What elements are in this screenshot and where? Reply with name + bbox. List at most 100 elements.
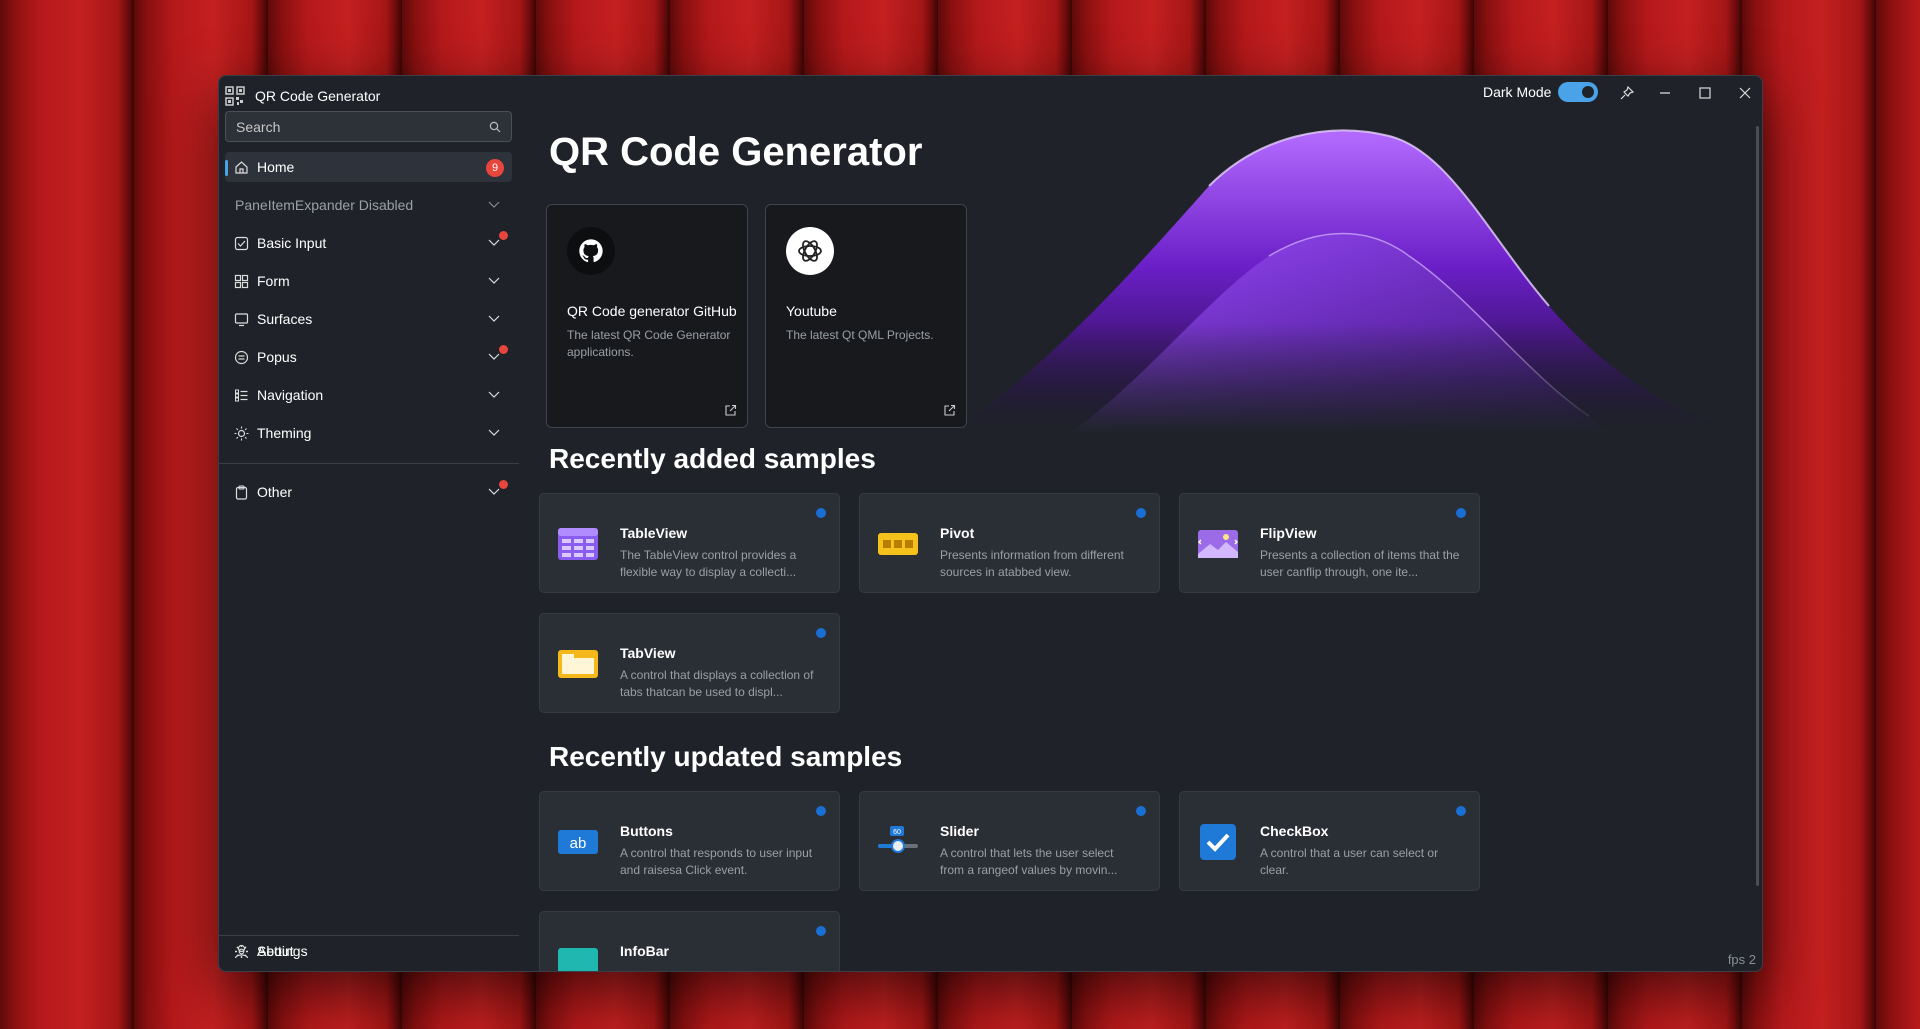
- recently-updated-heading: Recently updated samples: [549, 741, 903, 772]
- sidebar-item-navigation[interactable]: Navigation: [225, 380, 512, 410]
- sidebar-item-label: PaneItemExpander Disabled: [235, 197, 414, 213]
- sidebar-item-label: Theming: [257, 425, 312, 441]
- card-description: The latest Qt QML Projects.: [786, 328, 934, 342]
- new-indicator-dot: [816, 806, 826, 816]
- chevron-down-icon[interactable]: [488, 353, 500, 361]
- minimize-button[interactable]: [1650, 78, 1680, 108]
- chevron-down-icon[interactable]: [488, 277, 500, 285]
- chevron-down-icon[interactable]: [488, 315, 500, 323]
- surface-icon: [234, 313, 249, 327]
- button-icon: ab: [558, 830, 598, 854]
- sample-card-tabview[interactable]: TabView A control that displays a collec…: [539, 613, 840, 713]
- new-indicator-dot: [1136, 508, 1146, 518]
- dark-mode-toggle[interactable]: [1558, 82, 1598, 102]
- chevron-down-icon[interactable]: [488, 429, 500, 437]
- sidebar-item-label: Basic Input: [257, 235, 327, 251]
- sample-card-pivot[interactable]: Pivot Presents information from differen…: [859, 493, 1160, 593]
- title-bar: QR Code Generator Dark Mode: [219, 76, 1762, 116]
- pivot-icon: [878, 533, 918, 555]
- sample-description: A control that lets the user select from…: [940, 846, 1118, 877]
- page-title: QR Code Generator: [549, 130, 923, 174]
- sidebar-item-form[interactable]: Form: [225, 266, 512, 296]
- sidebar-item-theming[interactable]: Theming: [225, 418, 512, 448]
- maximize-icon: [1699, 87, 1711, 99]
- hero-banner: QR Code Generator QR Code generator GitH…: [529, 116, 1752, 434]
- github-link-card[interactable]: QR Code generator GitHub The latest QR C…: [546, 204, 748, 428]
- sample-title: Buttons: [620, 823, 673, 839]
- sidebar-item-label: Navigation: [257, 387, 324, 403]
- chevron-down-icon[interactable]: [488, 239, 500, 247]
- minimize-icon: [1660, 92, 1670, 94]
- new-indicator-dot: [816, 628, 826, 638]
- external-link-icon: [944, 404, 956, 416]
- navigation-pane: Search Home 9 PaneItemExpander Disabled …: [219, 111, 519, 971]
- sample-description: A control that displays a collection of …: [620, 668, 814, 699]
- youtube-link-card[interactable]: Youtube The latest Qt QML Projects.: [765, 204, 967, 428]
- sample-description: A control that a user can select or clea…: [1260, 846, 1439, 877]
- checkbox-icon: [1200, 824, 1236, 860]
- slider-value-text: 60: [893, 829, 901, 836]
- svg-text:ab: ab: [570, 835, 587, 852]
- card-title: Youtube: [786, 303, 837, 319]
- close-button[interactable]: [1730, 78, 1760, 108]
- app-window: QR Code Generator Dark Mode Search Home …: [218, 75, 1763, 972]
- sample-title: InfoBar: [620, 943, 669, 959]
- sample-card-buttons[interactable]: ab Buttons A control that responds to us…: [539, 791, 840, 891]
- sidebar-divider: [219, 463, 519, 464]
- recently-added-heading: Recently added samples: [549, 443, 876, 474]
- sample-card-flipview[interactable]: FlipView Presents a collection of items …: [1179, 493, 1480, 593]
- toggle-knob: [1582, 86, 1594, 98]
- new-indicator-dot: [1456, 806, 1466, 816]
- sample-description: Presents a collection of items that the …: [1260, 548, 1460, 579]
- sidebar-item-basic-input[interactable]: Basic Input: [225, 228, 512, 258]
- card-title: QR Code generator GitHub: [567, 303, 737, 319]
- maximize-button[interactable]: [1690, 78, 1720, 108]
- pin-button[interactable]: [1612, 78, 1642, 108]
- sample-title: TableView: [620, 525, 688, 541]
- sidebar-item-settings[interactable]: Settings: [225, 936, 512, 966]
- gear-icon: [235, 945, 248, 958]
- search-icon[interactable]: [489, 121, 501, 133]
- checkbox-icon: [234, 236, 249, 251]
- sidebar-item-home[interactable]: Home 9: [225, 152, 512, 182]
- notification-dot: [499, 480, 508, 489]
- new-indicator-dot: [1136, 806, 1146, 816]
- new-indicator-dot: [816, 926, 826, 936]
- sample-description: Presents information from different sour…: [940, 548, 1124, 579]
- sample-card-checkbox[interactable]: CheckBox A control that a user can selec…: [1179, 791, 1480, 891]
- chevron-down-icon[interactable]: [488, 488, 500, 496]
- sidebar-item-other[interactable]: Other: [225, 477, 512, 507]
- grid-icon: [234, 274, 249, 289]
- notification-dot: [499, 231, 508, 240]
- sample-card-tableview[interactable]: TableView The TableView control provides…: [539, 493, 840, 593]
- sidebar-item-label: Other: [257, 484, 293, 500]
- new-indicator-dot: [1456, 508, 1466, 518]
- table-icon: [558, 528, 598, 560]
- sidebar-item-surfaces[interactable]: Surfaces: [225, 304, 512, 334]
- vertical-scrollbar[interactable]: [1756, 126, 1759, 886]
- qr-code-icon: [225, 86, 245, 106]
- sample-description: A control that responds to user input an…: [620, 846, 813, 877]
- search-box[interactable]: Search: [225, 111, 512, 142]
- sample-description: The TableView control provides a flexibl…: [620, 548, 797, 579]
- sidebar-item-pane-expander-disabled: PaneItemExpander Disabled: [225, 190, 512, 220]
- close-icon: [1739, 87, 1751, 99]
- sidebar-item-popus[interactable]: Popus: [225, 342, 512, 372]
- chevron-down-icon[interactable]: [488, 391, 500, 399]
- content-area: QR Code Generator QR Code generator GitH…: [529, 116, 1762, 971]
- popup-icon: [234, 350, 249, 365]
- notification-dot: [499, 345, 508, 354]
- sample-card-slider[interactable]: 60 Slider A control that lets the user s…: [859, 791, 1160, 891]
- openai-icon: [786, 227, 834, 275]
- infobar-icon: [558, 948, 598, 971]
- sidebar-item-label: Home: [257, 159, 295, 175]
- sidebar-item-label: Popus: [257, 349, 297, 365]
- external-link-icon: [725, 404, 737, 416]
- dark-mode-label: Dark Mode: [1483, 84, 1552, 100]
- search-input[interactable]: Search: [236, 119, 280, 135]
- sidebar-item-label: Surfaces: [257, 311, 313, 327]
- sample-title: Pivot: [940, 525, 975, 541]
- sidebar-item-label: Settings: [257, 943, 308, 959]
- sample-card-infobar[interactable]: InfoBar: [539, 911, 840, 971]
- card-description: The latest QR Code Generator application…: [567, 328, 731, 359]
